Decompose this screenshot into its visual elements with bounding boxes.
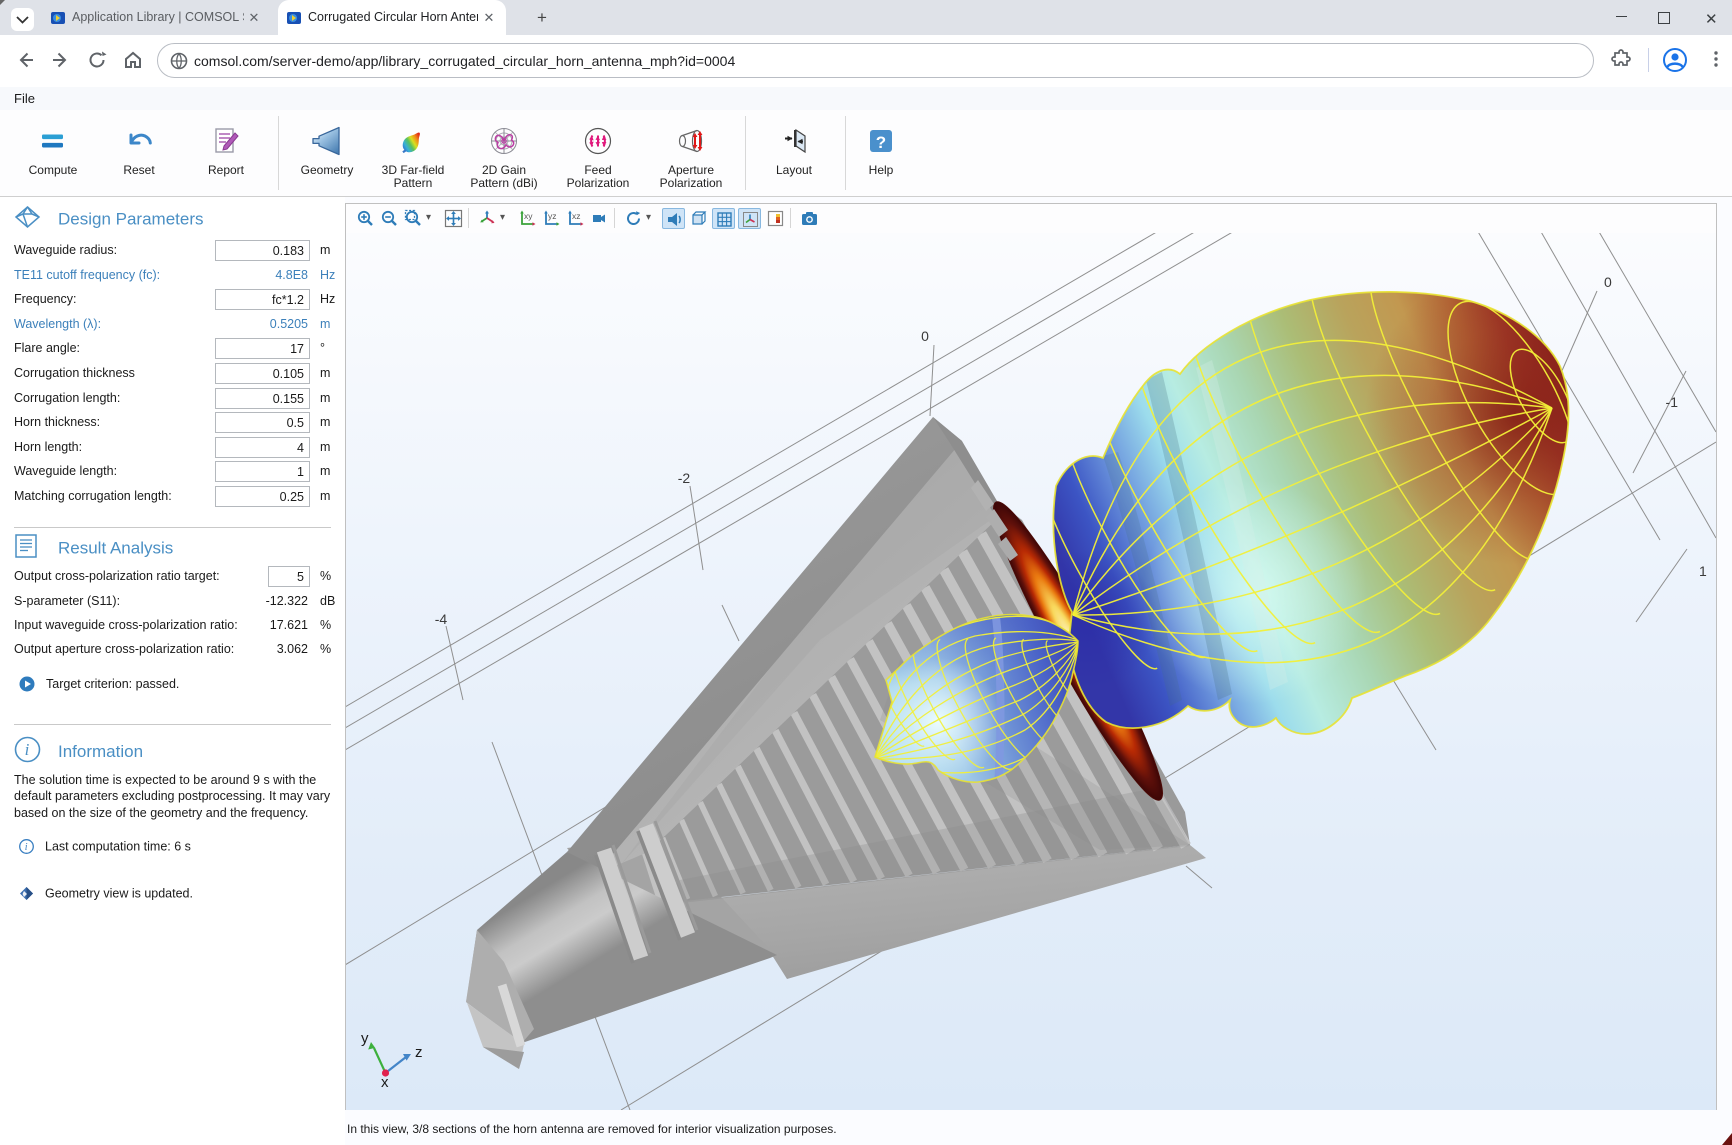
svg-text:yz: yz	[548, 211, 557, 221]
svg-text:xy: xy	[524, 211, 533, 221]
svg-text:0: 0	[921, 328, 929, 344]
svg-text:-2: -2	[678, 470, 691, 486]
svg-text:?: ?	[876, 133, 886, 152]
svg-text:i: i	[25, 740, 30, 759]
svg-text:i: i	[25, 842, 28, 853]
svg-text:-1: -1	[1666, 394, 1679, 410]
svg-text:-4: -4	[435, 611, 448, 627]
svg-text:1: 1	[1699, 563, 1707, 579]
svg-text:x: x	[381, 1074, 389, 1091]
svg-text:z: z	[415, 1044, 423, 1061]
svg-text:0: 0	[1604, 274, 1612, 290]
svg-text:y: y	[361, 1030, 369, 1047]
svg-text:xz: xz	[572, 211, 581, 221]
